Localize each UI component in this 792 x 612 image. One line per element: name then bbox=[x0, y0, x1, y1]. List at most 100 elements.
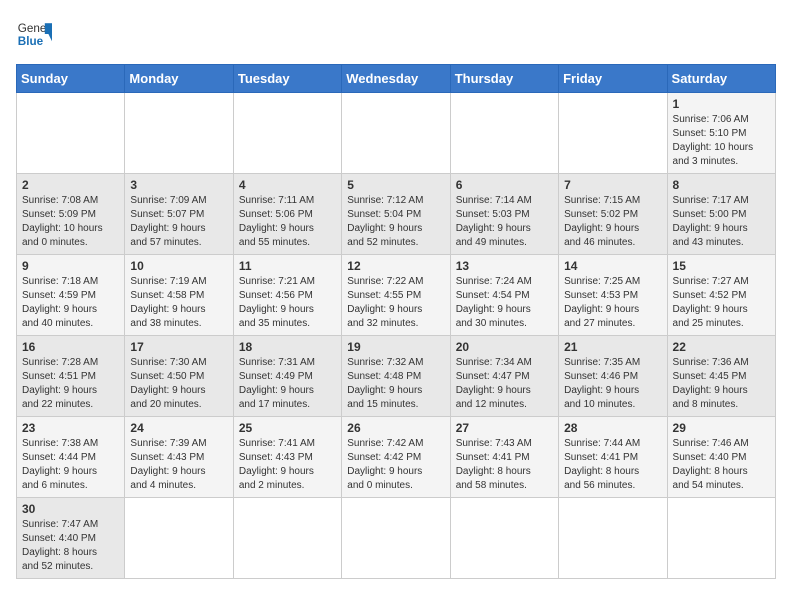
calendar-cell: 10Sunrise: 7:19 AM Sunset: 4:58 PM Dayli… bbox=[125, 255, 233, 336]
calendar-week-row: 30 Sunrise: 7:47 AM Sunset: 4:40 PM Dayli… bbox=[17, 498, 776, 579]
calendar-table: SundayMondayTuesdayWednesdayThursdayFrid… bbox=[16, 64, 776, 579]
calendar-cell bbox=[17, 93, 125, 174]
calendar-cell: 3 Sunrise: 7:09 AM Sunset: 5:07 PM Daylig… bbox=[125, 174, 233, 255]
day-info: Sunrise: 7:30 AM Sunset: 4:50 PM Dayligh… bbox=[130, 356, 227, 412]
calendar-cell bbox=[559, 498, 667, 579]
calendar-week-row: 23 Sunrise: 7:38 AM Sunset: 4:44 PM Dayli… bbox=[17, 417, 776, 498]
day-number: 28 bbox=[564, 421, 661, 435]
svg-text:Blue: Blue bbox=[18, 35, 44, 48]
day-number: 4 bbox=[239, 178, 336, 192]
calendar-week-row: 1 Sunrise: 7:06 AM Sunset: 5:10 PM Daylig… bbox=[17, 93, 776, 174]
calendar-cell: 26 Sunrise: 7:42 AM Sunset: 4:42 PM Dayli… bbox=[342, 417, 450, 498]
day-number: 14 bbox=[564, 259, 661, 273]
day-info: Sunrise: 7:39 AM Sunset: 4:43 PM Dayligh… bbox=[130, 437, 227, 493]
day-number: 1 bbox=[673, 97, 770, 111]
calendar-cell bbox=[342, 93, 450, 174]
day-number: 29 bbox=[673, 421, 770, 435]
day-info: Sunrise: 7:31 AM Sunset: 4:49 PM Dayligh… bbox=[239, 356, 336, 412]
calendar-cell: 24 Sunrise: 7:39 AM Sunset: 4:43 PM Dayli… bbox=[125, 417, 233, 498]
logo-icon: General Blue bbox=[16, 16, 52, 52]
day-number: 11 bbox=[239, 259, 336, 273]
calendar-cell: 5 Sunrise: 7:12 AM Sunset: 5:04 PM Daylig… bbox=[342, 174, 450, 255]
day-number: 15 bbox=[673, 259, 770, 273]
calendar-cell: 12Sunrise: 7:22 AM Sunset: 4:55 PM Dayli… bbox=[342, 255, 450, 336]
day-number: 9 bbox=[22, 259, 119, 273]
calendar-cell: 20 Sunrise: 7:34 AM Sunset: 4:47 PM Dayli… bbox=[450, 336, 558, 417]
calendar-cell: 16Sunrise: 7:28 AM Sunset: 4:51 PM Dayli… bbox=[17, 336, 125, 417]
calendar-cell: 19Sunrise: 7:32 AM Sunset: 4:48 PM Dayli… bbox=[342, 336, 450, 417]
calendar-cell bbox=[233, 498, 341, 579]
calendar-cell: 22Sunrise: 7:36 AM Sunset: 4:45 PM Dayli… bbox=[667, 336, 775, 417]
calendar-cell: 8Sunrise: 7:17 AM Sunset: 5:00 PM Daylig… bbox=[667, 174, 775, 255]
day-info: Sunrise: 7:27 AM Sunset: 4:52 PM Dayligh… bbox=[673, 275, 770, 331]
calendar-cell: 15 Sunrise: 7:27 AM Sunset: 4:52 PM Dayli… bbox=[667, 255, 775, 336]
calendar-header-row: SundayMondayTuesdayWednesdayThursdayFrid… bbox=[17, 65, 776, 93]
calendar-cell: 28 Sunrise: 7:44 AM Sunset: 4:41 PM Dayli… bbox=[559, 417, 667, 498]
day-number: 17 bbox=[130, 340, 227, 354]
day-number: 3 bbox=[130, 178, 227, 192]
day-info: Sunrise: 7:21 AM Sunset: 4:56 PM Dayligh… bbox=[239, 275, 336, 331]
day-info: Sunrise: 7:43 AM Sunset: 4:41 PM Dayligh… bbox=[456, 437, 553, 493]
logo: General Blue bbox=[16, 16, 26, 52]
day-number: 26 bbox=[347, 421, 444, 435]
day-info: Sunrise: 7:14 AM Sunset: 5:03 PM Dayligh… bbox=[456, 194, 553, 250]
day-number: 30 bbox=[22, 502, 119, 516]
day-info: Sunrise: 7:17 AM Sunset: 5:00 PM Dayligh… bbox=[673, 194, 770, 250]
day-info: Sunrise: 7:06 AM Sunset: 5:10 PM Dayligh… bbox=[673, 113, 770, 169]
day-info: Sunrise: 7:15 AM Sunset: 5:02 PM Dayligh… bbox=[564, 194, 661, 250]
calendar-cell: 30 Sunrise: 7:47 AM Sunset: 4:40 PM Dayli… bbox=[17, 498, 125, 579]
calendar-cell: 14 Sunrise: 7:25 AM Sunset: 4:53 PM Dayli… bbox=[559, 255, 667, 336]
day-info: Sunrise: 7:47 AM Sunset: 4:40 PM Dayligh… bbox=[22, 518, 119, 574]
calendar-cell: 2Sunrise: 7:08 AM Sunset: 5:09 PM Daylig… bbox=[17, 174, 125, 255]
day-info: Sunrise: 7:36 AM Sunset: 4:45 PM Dayligh… bbox=[673, 356, 770, 412]
calendar-cell: 11 Sunrise: 7:21 AM Sunset: 4:56 PM Dayli… bbox=[233, 255, 341, 336]
calendar-cell bbox=[450, 93, 558, 174]
calendar-cell: 1 Sunrise: 7:06 AM Sunset: 5:10 PM Daylig… bbox=[667, 93, 775, 174]
day-number: 23 bbox=[22, 421, 119, 435]
day-number: 25 bbox=[239, 421, 336, 435]
day-number: 7 bbox=[564, 178, 661, 192]
page-header: General Blue bbox=[16, 16, 776, 52]
calendar-cell: 7 Sunrise: 7:15 AM Sunset: 5:02 PM Daylig… bbox=[559, 174, 667, 255]
day-info: Sunrise: 7:35 AM Sunset: 4:46 PM Dayligh… bbox=[564, 356, 661, 412]
day-number: 10 bbox=[130, 259, 227, 273]
day-info: Sunrise: 7:12 AM Sunset: 5:04 PM Dayligh… bbox=[347, 194, 444, 250]
day-info: Sunrise: 7:38 AM Sunset: 4:44 PM Dayligh… bbox=[22, 437, 119, 493]
day-info: Sunrise: 7:28 AM Sunset: 4:51 PM Dayligh… bbox=[22, 356, 119, 412]
day-info: Sunrise: 7:42 AM Sunset: 4:42 PM Dayligh… bbox=[347, 437, 444, 493]
calendar-cell bbox=[342, 498, 450, 579]
day-info: Sunrise: 7:32 AM Sunset: 4:48 PM Dayligh… bbox=[347, 356, 444, 412]
day-info: Sunrise: 7:46 AM Sunset: 4:40 PM Dayligh… bbox=[673, 437, 770, 493]
calendar-cell: 25Sunrise: 7:41 AM Sunset: 4:43 PM Dayli… bbox=[233, 417, 341, 498]
calendar-cell: 21Sunrise: 7:35 AM Sunset: 4:46 PM Dayli… bbox=[559, 336, 667, 417]
calendar-week-row: 9 Sunrise: 7:18 AM Sunset: 4:59 PM Daylig… bbox=[17, 255, 776, 336]
calendar-cell bbox=[450, 498, 558, 579]
day-number: 24 bbox=[130, 421, 227, 435]
day-info: Sunrise: 7:25 AM Sunset: 4:53 PM Dayligh… bbox=[564, 275, 661, 331]
weekday-header-monday: Monday bbox=[125, 65, 233, 93]
day-info: Sunrise: 7:09 AM Sunset: 5:07 PM Dayligh… bbox=[130, 194, 227, 250]
calendar-cell: 18Sunrise: 7:31 AM Sunset: 4:49 PM Dayli… bbox=[233, 336, 341, 417]
day-number: 12 bbox=[347, 259, 444, 273]
calendar-cell bbox=[559, 93, 667, 174]
weekday-header-thursday: Thursday bbox=[450, 65, 558, 93]
day-number: 6 bbox=[456, 178, 553, 192]
day-number: 27 bbox=[456, 421, 553, 435]
day-number: 20 bbox=[456, 340, 553, 354]
calendar-cell: 9 Sunrise: 7:18 AM Sunset: 4:59 PM Daylig… bbox=[17, 255, 125, 336]
calendar-week-row: 16Sunrise: 7:28 AM Sunset: 4:51 PM Dayli… bbox=[17, 336, 776, 417]
day-info: Sunrise: 7:24 AM Sunset: 4:54 PM Dayligh… bbox=[456, 275, 553, 331]
calendar-cell: 13Sunrise: 7:24 AM Sunset: 4:54 PM Dayli… bbox=[450, 255, 558, 336]
calendar-cell: 17 Sunrise: 7:30 AM Sunset: 4:50 PM Dayli… bbox=[125, 336, 233, 417]
day-info: Sunrise: 7:11 AM Sunset: 5:06 PM Dayligh… bbox=[239, 194, 336, 250]
day-info: Sunrise: 7:34 AM Sunset: 4:47 PM Dayligh… bbox=[456, 356, 553, 412]
day-info: Sunrise: 7:08 AM Sunset: 5:09 PM Dayligh… bbox=[22, 194, 119, 250]
day-info: Sunrise: 7:18 AM Sunset: 4:59 PM Dayligh… bbox=[22, 275, 119, 331]
calendar-cell: 27 Sunrise: 7:43 AM Sunset: 4:41 PM Dayli… bbox=[450, 417, 558, 498]
day-number: 5 bbox=[347, 178, 444, 192]
weekday-header-friday: Friday bbox=[559, 65, 667, 93]
day-info: Sunrise: 7:44 AM Sunset: 4:41 PM Dayligh… bbox=[564, 437, 661, 493]
weekday-header-sunday: Sunday bbox=[17, 65, 125, 93]
weekday-header-saturday: Saturday bbox=[667, 65, 775, 93]
calendar-cell: 29 Sunrise: 7:46 AM Sunset: 4:40 PM Dayli… bbox=[667, 417, 775, 498]
